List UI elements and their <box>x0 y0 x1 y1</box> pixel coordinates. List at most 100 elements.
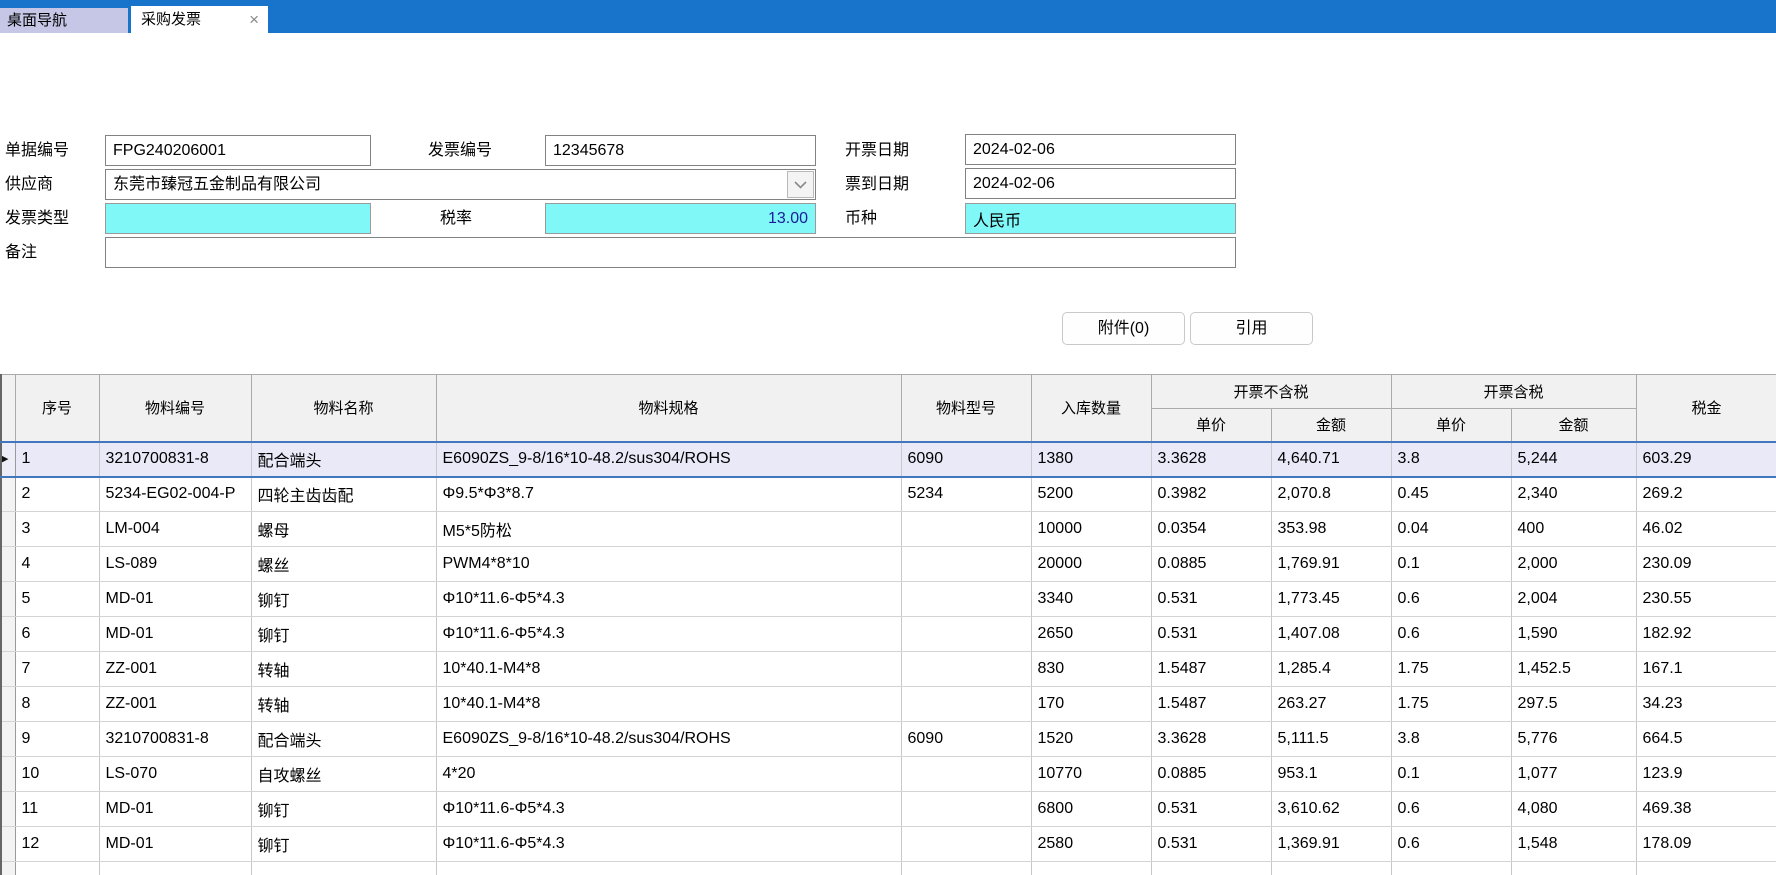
cell-item_model[interactable] <box>901 792 1031 827</box>
row-selector[interactable] <box>1 862 15 875</box>
cell-item_spec[interactable]: E6090ZS_9-8/16*10-48.2/sus304/ROHS <box>436 442 901 477</box>
cell-item_spec[interactable]: E6090ZS_9-8/16*10-48.2/sus304/ROHS <box>436 722 901 757</box>
cell-item_model[interactable]: 5234 <box>901 477 1031 512</box>
cell-amount_excl[interactable]: 353.98 <box>1271 512 1391 547</box>
cell-qty_in[interactable]: 6800 <box>1031 792 1151 827</box>
cell-tax[interactable]: 269.2 <box>1636 477 1776 512</box>
cell-price_excl[interactable]: 1.5487 <box>1151 687 1271 722</box>
cell-qty_in[interactable]: 10000 <box>1031 512 1151 547</box>
close-icon[interactable]: × <box>249 6 259 33</box>
cell-item_code[interactable]: 5234-EG02-004-P <box>99 477 251 512</box>
cell-amount_incl[interactable]: 4,080 <box>1511 792 1636 827</box>
cell-amount_incl[interactable] <box>1511 862 1636 875</box>
cell-price_incl[interactable]: 1.75 <box>1391 652 1511 687</box>
row-selector[interactable] <box>1 512 15 547</box>
supplier-combobox[interactable]: 东莞市臻冠五金制品有限公司 <box>105 169 816 200</box>
cell-item_model[interactable] <box>901 617 1031 652</box>
cell-item_name[interactable] <box>251 862 436 875</box>
cell-item_model[interactable] <box>901 547 1031 582</box>
cell-seq[interactable]: 11 <box>15 792 99 827</box>
cell-price_excl[interactable]: 0.3982 <box>1151 477 1271 512</box>
cell-item_spec[interactable]: Φ10*11.6-Φ5*4.3 <box>436 582 901 617</box>
cell-price_incl[interactable]: 0.6 <box>1391 827 1511 862</box>
cell-price_incl[interactable]: 1.75 <box>1391 687 1511 722</box>
cell-amount_excl[interactable]: 1,769.91 <box>1271 547 1391 582</box>
cell-item_spec[interactable]: Φ10*11.6-Φ5*4.3 <box>436 617 901 652</box>
cell-amount_excl[interactable] <box>1271 862 1391 875</box>
row-selector[interactable] <box>1 722 15 757</box>
cell-qty_in[interactable]: 3340 <box>1031 582 1151 617</box>
cell-tax[interactable] <box>1636 862 1776 875</box>
cell-qty_in[interactable]: 10770 <box>1031 757 1151 792</box>
cell-item_model[interactable] <box>901 757 1031 792</box>
cell-amount_excl[interactable]: 1,407.08 <box>1271 617 1391 652</box>
cell-tax[interactable]: 167.1 <box>1636 652 1776 687</box>
cell-price_incl[interactable]: 0.6 <box>1391 617 1511 652</box>
cell-price_excl[interactable]: 3.3628 <box>1151 442 1271 477</box>
cell-amount_excl[interactable]: 1,369.91 <box>1271 827 1391 862</box>
cell-item_code[interactable]: MD-01 <box>99 792 251 827</box>
cell-tax[interactable]: 664.5 <box>1636 722 1776 757</box>
cell-item_spec[interactable]: 4*20 <box>436 757 901 792</box>
cell-amount_incl[interactable]: 400 <box>1511 512 1636 547</box>
cell-item_spec[interactable]: PWM4*8*10 <box>436 547 901 582</box>
cell-tax[interactable]: 469.38 <box>1636 792 1776 827</box>
cell-seq[interactable]: 2 <box>15 477 99 512</box>
cell-item_spec[interactable]: Φ10*11.6-Φ5*4.3 <box>436 792 901 827</box>
cell-item_model[interactable] <box>901 652 1031 687</box>
cell-qty_in[interactable]: 20000 <box>1031 547 1151 582</box>
cell-amount_excl[interactable]: 953.1 <box>1271 757 1391 792</box>
cell-amount_incl[interactable]: 2,004 <box>1511 582 1636 617</box>
cell-price_excl[interactable]: 0.0885 <box>1151 547 1271 582</box>
cell-price_excl[interactable]: 0.531 <box>1151 792 1271 827</box>
cell-seq[interactable]: 10 <box>15 757 99 792</box>
cell-amount_incl[interactable]: 297.5 <box>1511 687 1636 722</box>
cell-item_name[interactable]: 铆钉 <box>251 582 436 617</box>
cell-item_code[interactable] <box>99 862 251 875</box>
cell-qty_in[interactable]: 2580 <box>1031 827 1151 862</box>
cell-item_code[interactable]: MD-01 <box>99 827 251 862</box>
cell-item_spec[interactable]: 10*40.1-M4*8 <box>436 652 901 687</box>
cell-price_incl[interactable]: 0.1 <box>1391 547 1511 582</box>
cell-amount_incl[interactable]: 1,590 <box>1511 617 1636 652</box>
cell-item_name[interactable]: 配合端头 <box>251 442 436 477</box>
cell-item_model[interactable]: 6090 <box>901 442 1031 477</box>
cell-seq[interactable]: 4 <box>15 547 99 582</box>
row-selector[interactable] <box>1 757 15 792</box>
cell-seq[interactable]: 12 <box>15 827 99 862</box>
row-selector[interactable] <box>1 547 15 582</box>
cell-item_name[interactable]: 配合端头 <box>251 722 436 757</box>
tax-rate-field[interactable] <box>545 203 816 234</box>
cell-price_excl[interactable]: 0.531 <box>1151 582 1271 617</box>
cell-item_name[interactable]: 螺母 <box>251 512 436 547</box>
attachment-button[interactable]: 附件(0) <box>1062 312 1185 345</box>
tab-desktop-navigation[interactable]: 桌面导航 <box>0 8 128 33</box>
cell-price_incl[interactable]: 0.04 <box>1391 512 1511 547</box>
cell-qty_in[interactable]: 830 <box>1031 652 1151 687</box>
row-selector[interactable] <box>1 617 15 652</box>
cell-price_excl[interactable]: 0.0354 <box>1151 512 1271 547</box>
cell-amount_excl[interactable]: 263.27 <box>1271 687 1391 722</box>
cell-tax[interactable]: 46.02 <box>1636 512 1776 547</box>
arrival-date-field[interactable] <box>965 168 1236 199</box>
reference-button[interactable]: 引用 <box>1190 312 1313 345</box>
cell-qty_in[interactable]: 1380 <box>1031 442 1151 477</box>
currency-field[interactable] <box>965 203 1236 234</box>
invoice-type-field[interactable] <box>105 203 371 234</box>
cell-amount_excl[interactable]: 4,640.71 <box>1271 442 1391 477</box>
row-selector[interactable] <box>1 582 15 617</box>
cell-amount_excl[interactable]: 3,610.62 <box>1271 792 1391 827</box>
cell-item_code[interactable]: 3210700831-8 <box>99 722 251 757</box>
cell-item_name[interactable]: 螺丝 <box>251 547 436 582</box>
cell-qty_in[interactable]: 170 <box>1031 687 1151 722</box>
row-selector[interactable] <box>1 652 15 687</box>
cell-seq[interactable]: 7 <box>15 652 99 687</box>
cell-price_incl[interactable]: 3.8 <box>1391 722 1511 757</box>
cell-tax[interactable]: 230.09 <box>1636 547 1776 582</box>
cell-qty_in[interactable]: 1520 <box>1031 722 1151 757</box>
cell-price_incl[interactable]: 0.6 <box>1391 582 1511 617</box>
cell-tax[interactable]: 182.92 <box>1636 617 1776 652</box>
cell-item_code[interactable]: LS-089 <box>99 547 251 582</box>
cell-qty_in[interactable]: 2650 <box>1031 617 1151 652</box>
row-selector[interactable] <box>1 687 15 722</box>
